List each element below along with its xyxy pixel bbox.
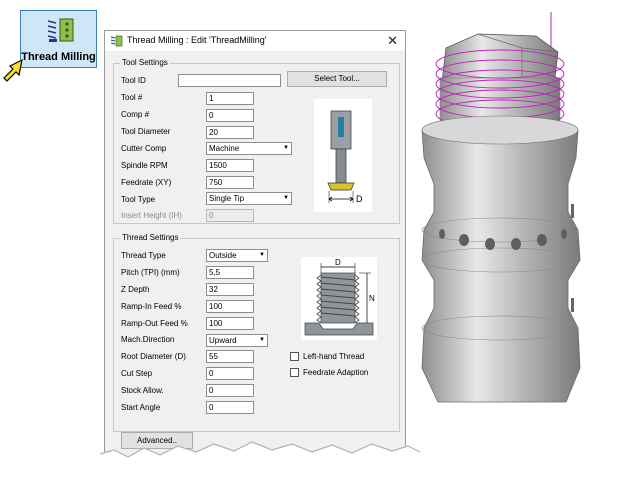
tool-type-select[interactable]: Single Tip ▼ [206, 192, 292, 205]
z-depth-field[interactable]: 32 [206, 283, 254, 296]
comp-number-label: Comp # [121, 110, 150, 119]
dialog-title: Thread Milling : Edit 'ThreadMilling' [127, 35, 267, 45]
tool-id-field[interactable] [178, 74, 281, 87]
close-icon[interactable]: ✕ [387, 33, 398, 49]
thread-type-select[interactable]: Outside ▼ [206, 249, 268, 262]
thread-n-label: N [369, 294, 375, 303]
cursor-arrow-icon [3, 58, 23, 82]
dropdown-arrow-icon: ▼ [259, 337, 265, 343]
tool-diameter-field[interactable]: 20 [206, 126, 254, 139]
feedrate-adaption-checkbox[interactable] [290, 368, 299, 377]
stock-allow-field[interactable]: 0 [206, 384, 254, 397]
tool-number-field[interactable]: 1 [206, 92, 254, 105]
ramp-in-feed-label: Ramp-In Feed % [121, 302, 182, 311]
thread-diagram: D N [301, 257, 377, 340]
spindle-rpm-label: Spindle RPM [121, 161, 168, 170]
mach-direction-select[interactable]: Upward ▼ [206, 334, 268, 347]
cutter-comp-value: Machine [209, 144, 240, 153]
ramp-out-feed-label: Ramp-Out Feed % [121, 319, 188, 328]
threaded-part-3d-view [421, 12, 581, 403]
thread-type-label: Thread Type [121, 251, 166, 260]
feedrate-adaption-label: Feedrate Adaption [303, 368, 369, 377]
tool-settings-title: Tool Settings [120, 58, 170, 67]
insert-height-label: Insert Height (IH) [121, 211, 182, 220]
stock-allow-label: Stock Allow. [121, 386, 164, 395]
single-tip-tool-icon: D [327, 110, 363, 204]
left-hand-thread-checkbox[interactable] [290, 352, 299, 361]
feedrate-xy-field[interactable]: 750 [206, 176, 254, 189]
tool-type-value: Single Tip [209, 194, 245, 203]
cutter-comp-label: Cutter Comp [121, 144, 167, 153]
diameter-label: D [356, 194, 363, 204]
start-angle-field[interactable]: 0 [206, 401, 254, 414]
thread-settings-title: Thread Settings [120, 233, 181, 242]
thread-type-value: Outside [209, 251, 237, 260]
outside-thread-icon: D N [304, 258, 375, 336]
root-diameter-label: Root Diameter (D) [121, 352, 186, 361]
cutter-comp-select[interactable]: Machine ▼ [206, 142, 292, 155]
mach-direction-label: Mach.Direction [121, 335, 175, 344]
feedrate-xy-label: Feedrate (XY) [121, 178, 172, 187]
torn-edge-decoration [100, 441, 420, 478]
tool-number-label: Tool # [121, 93, 143, 102]
thread-mill-icon [47, 18, 74, 42]
select-tool-button[interactable]: Select Tool... [287, 71, 387, 87]
thread-milling-launch-button[interactable]: Thread Milling [20, 10, 97, 68]
cut-step-label: Cut Step [121, 369, 153, 378]
pitch-field[interactable]: 5,5 [206, 266, 254, 279]
cut-step-field[interactable]: 0 [206, 367, 254, 380]
dropdown-arrow-icon: ▼ [283, 195, 289, 201]
mach-direction-value: Upward [209, 336, 237, 345]
tool-type-label: Tool Type [121, 195, 156, 204]
thread-milling-dialog: Thread Milling : Edit 'ThreadMilling' ✕ … [104, 30, 406, 470]
dropdown-arrow-icon: ▼ [283, 145, 289, 151]
start-angle-label: Start Angle [121, 403, 161, 412]
thread-mill-icon [110, 35, 123, 47]
root-diameter-field[interactable]: 55 [206, 350, 254, 363]
left-hand-thread-label: Left-hand Thread [303, 352, 365, 361]
thread-d-label: D [335, 258, 341, 267]
spindle-rpm-field[interactable]: 1500 [206, 159, 254, 172]
ramp-out-feed-field[interactable]: 100 [206, 317, 254, 330]
pitch-label: Pitch (TPI) (mm) [121, 268, 180, 277]
dropdown-arrow-icon: ▼ [259, 252, 265, 258]
z-depth-label: Z Depth [121, 285, 150, 294]
dialog-titlebar: Thread Milling : Edit 'ThreadMilling' ✕ [105, 31, 405, 51]
ramp-in-feed-field[interactable]: 100 [206, 300, 254, 313]
launcher-label: Thread Milling [21, 51, 96, 63]
tool-id-label: Tool ID [121, 76, 146, 85]
tool-diagram: D [314, 99, 372, 212]
tool-diameter-label: Tool Diameter [121, 127, 171, 136]
comp-number-field[interactable]: 0 [206, 109, 254, 122]
insert-height-field: 0 [206, 209, 254, 222]
